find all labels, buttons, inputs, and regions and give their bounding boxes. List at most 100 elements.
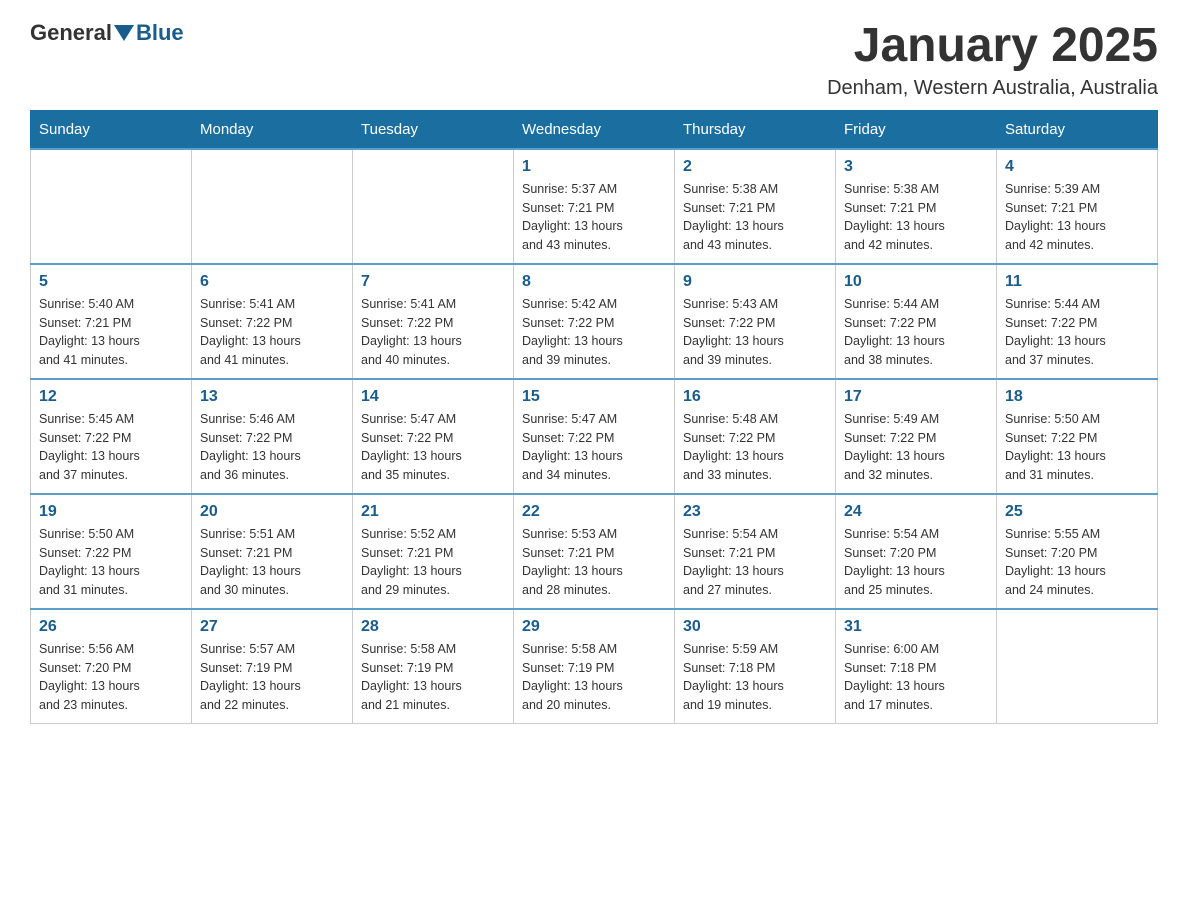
day-info: Sunrise: 5:47 AM Sunset: 7:22 PM Dayligh…: [522, 410, 666, 485]
day-info: Sunrise: 5:43 AM Sunset: 7:22 PM Dayligh…: [683, 295, 827, 370]
day-number: 24: [844, 503, 988, 521]
day-info: Sunrise: 5:59 AM Sunset: 7:18 PM Dayligh…: [683, 640, 827, 715]
day-info: Sunrise: 5:57 AM Sunset: 7:19 PM Dayligh…: [200, 640, 344, 715]
day-number: 7: [361, 273, 505, 291]
calendar-cell: 4 Sunrise: 5:39 AM Sunset: 7:21 PM Daylig…: [997, 149, 1158, 264]
calendar-week-row: 12 Sunrise: 5:45 AM Sunset: 7:22 PM Dayli…: [31, 379, 1158, 494]
day-number: 2: [683, 158, 827, 176]
day-number: 11: [1005, 273, 1149, 291]
day-number: 3: [844, 158, 988, 176]
calendar-cell: 3 Sunrise: 5:38 AM Sunset: 7:21 PM Daylig…: [836, 149, 997, 264]
calendar-cell: 29 Sunrise: 5:58 AM Sunset: 7:19 PM Dayli…: [514, 609, 675, 724]
day-info: Sunrise: 5:50 AM Sunset: 7:22 PM Dayligh…: [1005, 410, 1149, 485]
calendar-cell: 13 Sunrise: 5:46 AM Sunset: 7:22 PM Dayli…: [192, 379, 353, 494]
day-number: 8: [522, 273, 666, 291]
day-number: 28: [361, 618, 505, 636]
day-number: 6: [200, 273, 344, 291]
calendar-cell: 20 Sunrise: 5:51 AM Sunset: 7:21 PM Dayli…: [192, 494, 353, 609]
calendar-cell: [997, 609, 1158, 724]
calendar-table: SundayMondayTuesdayWednesdayThursdayFrid…: [30, 110, 1158, 724]
day-info: Sunrise: 5:40 AM Sunset: 7:21 PM Dayligh…: [39, 295, 183, 370]
day-number: 13: [200, 388, 344, 406]
day-number: 30: [683, 618, 827, 636]
calendar-cell: 28Sunrise: 5:58 AM Sunset: 7:19 PM Dayli…: [353, 609, 514, 724]
day-info: Sunrise: 5:51 AM Sunset: 7:21 PM Dayligh…: [200, 525, 344, 600]
calendar-cell: 6 Sunrise: 5:41 AM Sunset: 7:22 PM Daylig…: [192, 264, 353, 379]
calendar-cell: 10 Sunrise: 5:44 AM Sunset: 7:22 PM Dayli…: [836, 264, 997, 379]
day-info: Sunrise: 5:58 AM Sunset: 7:19 PM Dayligh…: [522, 640, 666, 715]
calendar-cell: 7 Sunrise: 5:41 AM Sunset: 7:22 PM Daylig…: [353, 264, 514, 379]
day-info: Sunrise: 5:48 AM Sunset: 7:22 PM Dayligh…: [683, 410, 827, 485]
calendar-week-row: 1 Sunrise: 5:37 AM Sunset: 7:21 PM Daylig…: [31, 149, 1158, 264]
day-number: 10: [844, 273, 988, 291]
calendar-cell: 23Sunrise: 5:54 AM Sunset: 7:21 PM Dayli…: [675, 494, 836, 609]
calendar-cell: 11 Sunrise: 5:44 AM Sunset: 7:22 PM Dayli…: [997, 264, 1158, 379]
calendar-week-row: 5 Sunrise: 5:40 AM Sunset: 7:21 PM Daylig…: [31, 264, 1158, 379]
calendar-day-header: Tuesday: [353, 110, 514, 149]
calendar-day-header: Wednesday: [514, 110, 675, 149]
calendar-cell: 21Sunrise: 5:52 AM Sunset: 7:21 PM Dayli…: [353, 494, 514, 609]
calendar-day-header: Friday: [836, 110, 997, 149]
calendar-cell: 19Sunrise: 5:50 AM Sunset: 7:22 PM Dayli…: [31, 494, 192, 609]
day-info: Sunrise: 5:41 AM Sunset: 7:22 PM Dayligh…: [200, 295, 344, 370]
day-info: Sunrise: 5:53 AM Sunset: 7:21 PM Dayligh…: [522, 525, 666, 600]
calendar-cell: 17 Sunrise: 5:49 AM Sunset: 7:22 PM Dayli…: [836, 379, 997, 494]
calendar-cell: 12 Sunrise: 5:45 AM Sunset: 7:22 PM Dayli…: [31, 379, 192, 494]
day-number: 5: [39, 273, 183, 291]
calendar-cell: 27 Sunrise: 5:57 AM Sunset: 7:19 PM Dayli…: [192, 609, 353, 724]
calendar-subtitle: Denham, Western Australia, Australia: [827, 77, 1158, 100]
calendar-cell: 22 Sunrise: 5:53 AM Sunset: 7:21 PM Dayli…: [514, 494, 675, 609]
calendar-day-header: Monday: [192, 110, 353, 149]
calendar-cell: 9 Sunrise: 5:43 AM Sunset: 7:22 PM Daylig…: [675, 264, 836, 379]
day-info: Sunrise: 5:37 AM Sunset: 7:21 PM Dayligh…: [522, 180, 666, 255]
day-info: Sunrise: 5:47 AM Sunset: 7:22 PM Dayligh…: [361, 410, 505, 485]
logo-triangle-icon: [114, 25, 134, 41]
page-header: General Blue January 2025 Denham, Wester…: [30, 20, 1158, 100]
day-number: 15: [522, 388, 666, 406]
day-info: Sunrise: 5:49 AM Sunset: 7:22 PM Dayligh…: [844, 410, 988, 485]
day-info: Sunrise: 5:50 AM Sunset: 7:22 PM Dayligh…: [39, 525, 183, 600]
calendar-cell: 31Sunrise: 6:00 AM Sunset: 7:18 PM Dayli…: [836, 609, 997, 724]
day-number: 27: [200, 618, 344, 636]
day-info: Sunrise: 5:44 AM Sunset: 7:22 PM Dayligh…: [1005, 295, 1149, 370]
calendar-cell: 5 Sunrise: 5:40 AM Sunset: 7:21 PM Daylig…: [31, 264, 192, 379]
day-number: 20: [200, 503, 344, 521]
day-number: 12: [39, 388, 183, 406]
day-info: Sunrise: 5:46 AM Sunset: 7:22 PM Dayligh…: [200, 410, 344, 485]
day-number: 9: [683, 273, 827, 291]
calendar-cell: 2 Sunrise: 5:38 AM Sunset: 7:21 PM Daylig…: [675, 149, 836, 264]
day-number: 25: [1005, 503, 1149, 521]
calendar-week-row: 26Sunrise: 5:56 AM Sunset: 7:20 PM Dayli…: [31, 609, 1158, 724]
day-info: Sunrise: 5:54 AM Sunset: 7:20 PM Dayligh…: [844, 525, 988, 600]
day-info: Sunrise: 5:41 AM Sunset: 7:22 PM Dayligh…: [361, 295, 505, 370]
day-info: Sunrise: 5:44 AM Sunset: 7:22 PM Dayligh…: [844, 295, 988, 370]
day-number: 17: [844, 388, 988, 406]
day-number: 23: [683, 503, 827, 521]
day-info: Sunrise: 5:38 AM Sunset: 7:21 PM Dayligh…: [844, 180, 988, 255]
day-number: 31: [844, 618, 988, 636]
day-number: 16: [683, 388, 827, 406]
calendar-header-row: SundayMondayTuesdayWednesdayThursdayFrid…: [31, 110, 1158, 149]
day-number: 14: [361, 388, 505, 406]
calendar-cell: 8 Sunrise: 5:42 AM Sunset: 7:22 PM Daylig…: [514, 264, 675, 379]
day-number: 22: [522, 503, 666, 521]
calendar-cell: 30 Sunrise: 5:59 AM Sunset: 7:18 PM Dayli…: [675, 609, 836, 724]
day-info: Sunrise: 5:52 AM Sunset: 7:21 PM Dayligh…: [361, 525, 505, 600]
calendar-day-header: Saturday: [997, 110, 1158, 149]
calendar-cell: 1 Sunrise: 5:37 AM Sunset: 7:21 PM Daylig…: [514, 149, 675, 264]
logo: General Blue: [30, 20, 184, 46]
day-number: 26: [39, 618, 183, 636]
day-number: 4: [1005, 158, 1149, 176]
day-info: Sunrise: 5:38 AM Sunset: 7:21 PM Dayligh…: [683, 180, 827, 255]
day-info: Sunrise: 5:42 AM Sunset: 7:22 PM Dayligh…: [522, 295, 666, 370]
calendar-cell: 25Sunrise: 5:55 AM Sunset: 7:20 PM Dayli…: [997, 494, 1158, 609]
calendar-cell: 18 Sunrise: 5:50 AM Sunset: 7:22 PM Dayli…: [997, 379, 1158, 494]
day-number: 1: [522, 158, 666, 176]
calendar-cell: [31, 149, 192, 264]
day-number: 29: [522, 618, 666, 636]
calendar-cell: [353, 149, 514, 264]
logo-general-text: General: [30, 20, 112, 46]
day-info: Sunrise: 5:39 AM Sunset: 7:21 PM Dayligh…: [1005, 180, 1149, 255]
day-info: Sunrise: 5:45 AM Sunset: 7:22 PM Dayligh…: [39, 410, 183, 485]
day-number: 18: [1005, 388, 1149, 406]
